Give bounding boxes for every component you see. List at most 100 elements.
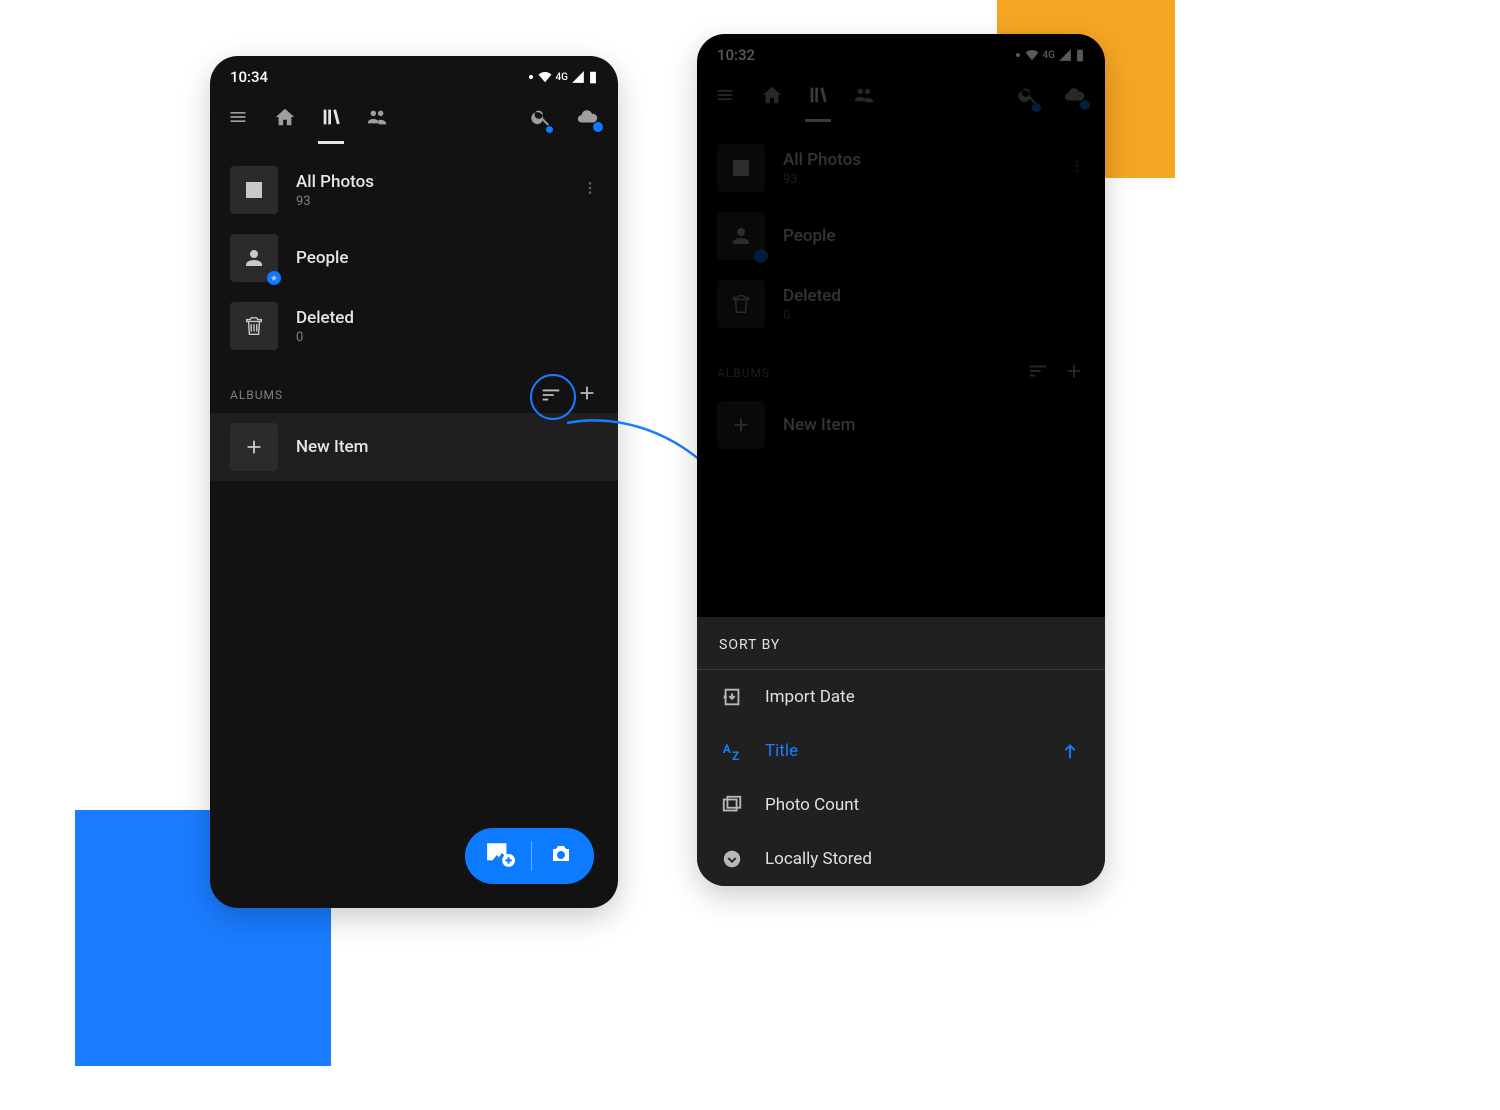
cloud-button[interactable] (1061, 84, 1087, 110)
import-icon (721, 686, 743, 708)
row-title: People (296, 248, 598, 268)
tab-shared[interactable] (366, 100, 388, 138)
library-row-deleted[interactable]: Deleted 0 (697, 270, 1105, 338)
library-row-people[interactable]: People (697, 202, 1105, 270)
gallery-icon (721, 794, 743, 816)
add-photo-button[interactable] (485, 841, 515, 871)
person-icon (729, 224, 753, 248)
row-title: Deleted (296, 308, 598, 328)
albums-section-header: ALBUMS (697, 348, 1105, 391)
sort-option-label: Photo Count (765, 795, 859, 815)
home-icon (761, 84, 783, 106)
image-plus-icon (485, 841, 515, 867)
library-list: All Photos 93 People Deleted (210, 146, 618, 370)
tab-library[interactable] (320, 100, 342, 138)
search-button[interactable] (1017, 84, 1039, 110)
library-row-people[interactable]: People (210, 224, 618, 292)
library-row-deleted[interactable]: Deleted 0 (210, 292, 618, 360)
plus-tile (717, 401, 765, 449)
tab-library[interactable] (807, 78, 829, 116)
phone-mockup-library: 10:34 4G (210, 56, 618, 908)
sort-option-locally-stored[interactable]: Locally Stored (697, 832, 1105, 886)
tab-home[interactable] (761, 78, 783, 116)
trash-icon (243, 315, 265, 337)
row-count: 93 (783, 172, 1051, 187)
battery-icon (588, 70, 598, 84)
cloud-badge (593, 122, 603, 132)
image-icon (230, 166, 278, 214)
add-album-button[interactable] (576, 382, 598, 407)
row-more-button[interactable] (582, 180, 598, 200)
sort-albums-button[interactable] (1027, 360, 1049, 385)
new-item-label: New Item (296, 437, 368, 457)
cloud-button[interactable] (574, 106, 600, 132)
svg-text:A: A (723, 742, 731, 756)
person-tile (717, 212, 765, 260)
library-row-all-photos[interactable]: All Photos 93 (210, 156, 618, 224)
search-badge (1032, 103, 1041, 112)
sort-option-title[interactable]: AZ Title (697, 724, 1105, 778)
row-title: Deleted (783, 286, 1085, 306)
plus-icon (1063, 360, 1085, 382)
add-album-button[interactable] (1063, 360, 1085, 385)
albums-section-header: ALBUMS (210, 370, 618, 413)
chevron-down-circle-icon (721, 848, 743, 870)
sort-option-label: Title (765, 741, 798, 761)
sort-option-label: Locally Stored (765, 849, 872, 869)
hamburger-menu-button[interactable] (228, 107, 248, 131)
network-label: 4G (1043, 50, 1056, 61)
status-bar: 10:34 4G (210, 56, 618, 92)
plus-tile (230, 423, 278, 471)
cloud-badge (1080, 100, 1090, 110)
svg-text:Z: Z (732, 749, 739, 762)
camera-button[interactable] (548, 842, 574, 870)
hamburger-icon (715, 85, 735, 105)
library-icon (320, 106, 342, 128)
row-title: People (783, 226, 1085, 246)
row-more-button[interactable] (1069, 158, 1085, 178)
wifi-icon (1023, 48, 1041, 62)
row-count: 0 (296, 330, 598, 345)
camera-icon (548, 842, 574, 866)
wifi-icon (536, 70, 554, 84)
status-indicators: 4G (528, 70, 599, 84)
sort-option-photo-count[interactable]: Photo Count (697, 778, 1105, 832)
plus-icon (730, 414, 752, 436)
trash-tile (717, 280, 765, 328)
network-label: 4G (556, 72, 569, 83)
plus-icon (243, 436, 265, 458)
person-tile (230, 234, 278, 282)
hamburger-icon (228, 107, 248, 127)
row-count: 0 (783, 308, 1085, 323)
battery-icon (1075, 48, 1085, 62)
tab-shared[interactable] (853, 78, 875, 116)
new-album-row[interactable]: New Item (210, 413, 618, 481)
more-vert-icon (582, 180, 598, 196)
fab-divider (531, 841, 532, 871)
star-badge (267, 271, 281, 285)
tab-home[interactable] (274, 100, 296, 138)
dot-icon (528, 74, 534, 80)
search-badge (545, 125, 554, 134)
trash-tile (230, 302, 278, 350)
hamburger-menu-button[interactable] (715, 85, 735, 109)
person-icon (242, 246, 266, 270)
sort-icon (1027, 360, 1049, 382)
more-vert-icon (1069, 158, 1085, 174)
phone-mockup-sort-panel: 10:32 4G All Photos 93 (697, 34, 1105, 886)
row-title: All Photos (783, 150, 1051, 170)
sort-albums-button[interactable] (540, 384, 562, 406)
trash-icon (730, 293, 752, 315)
search-button[interactable] (530, 106, 552, 132)
status-time: 10:34 (230, 68, 268, 86)
status-indicators: 4G (1015, 48, 1086, 62)
sort-option-import-date[interactable]: Import Date (697, 670, 1105, 724)
sort-icon (540, 384, 562, 406)
new-album-row[interactable]: New Item (697, 391, 1105, 459)
alpha-sort-icon: AZ (721, 740, 743, 762)
signal-icon (570, 70, 586, 84)
library-row-all-photos[interactable]: All Photos 93 (697, 134, 1105, 202)
section-title: ALBUMS (230, 388, 283, 402)
dot-icon (1015, 52, 1021, 58)
fab-add[interactable] (465, 828, 594, 884)
